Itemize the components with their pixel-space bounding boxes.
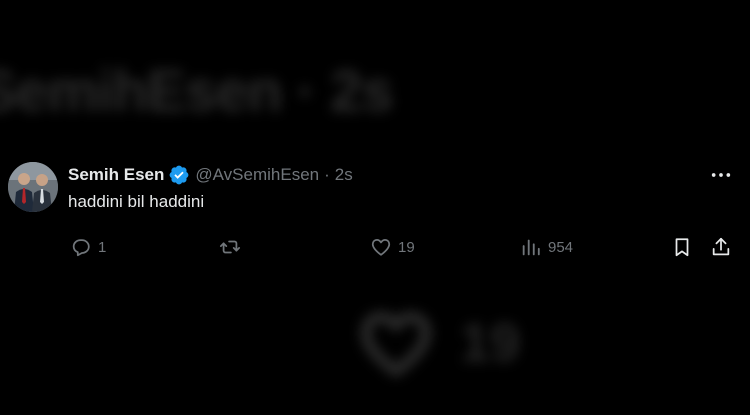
view-count: 954 <box>548 238 574 256</box>
bookmark-icon <box>675 238 689 257</box>
timestamp[interactable]: 2s <box>335 165 353 185</box>
author-handle[interactable]: @AvSemihEsen <box>195 165 319 185</box>
separator-dot: · <box>324 165 330 184</box>
tweet[interactable]: Semih Esen @AvSemihEsen · 2s haddini bil… <box>0 150 750 270</box>
retweet-icon <box>219 240 241 254</box>
tweet-text: haddini bil haddini <box>68 192 205 211</box>
verified-badge-icon[interactable] <box>168 164 190 186</box>
blurred-background-header: SemihEsen · 2s <box>0 59 394 124</box>
author-name[interactable]: Semih Esen <box>68 165 164 185</box>
blurred-background-like: 19 <box>352 298 552 388</box>
reply-icon <box>72 239 90 257</box>
retweet-button[interactable] <box>219 232 247 262</box>
reply-count: 1 <box>98 238 107 256</box>
views-icon <box>522 239 540 256</box>
like-icon <box>371 238 391 256</box>
more-icon <box>711 173 731 177</box>
bookmark-button[interactable] <box>671 232 693 262</box>
blurred-heart-icon <box>360 311 432 377</box>
more-options-button[interactable] <box>708 166 734 184</box>
share-button[interactable] <box>710 232 732 262</box>
avatar[interactable] <box>8 162 58 212</box>
like-button[interactable]: 19 <box>370 232 415 262</box>
like-count: 19 <box>398 238 415 256</box>
reply-button[interactable]: 1 <box>70 232 106 262</box>
avatar-photo <box>8 162 58 212</box>
views-button[interactable]: 954 <box>520 232 573 262</box>
tweet-actions: 1 19 954 <box>0 232 750 262</box>
share-icon <box>712 237 730 256</box>
tweet-header: Semih Esen @AvSemihEsen · 2s <box>68 164 353 186</box>
blurred-like-count: 19 <box>460 313 521 373</box>
